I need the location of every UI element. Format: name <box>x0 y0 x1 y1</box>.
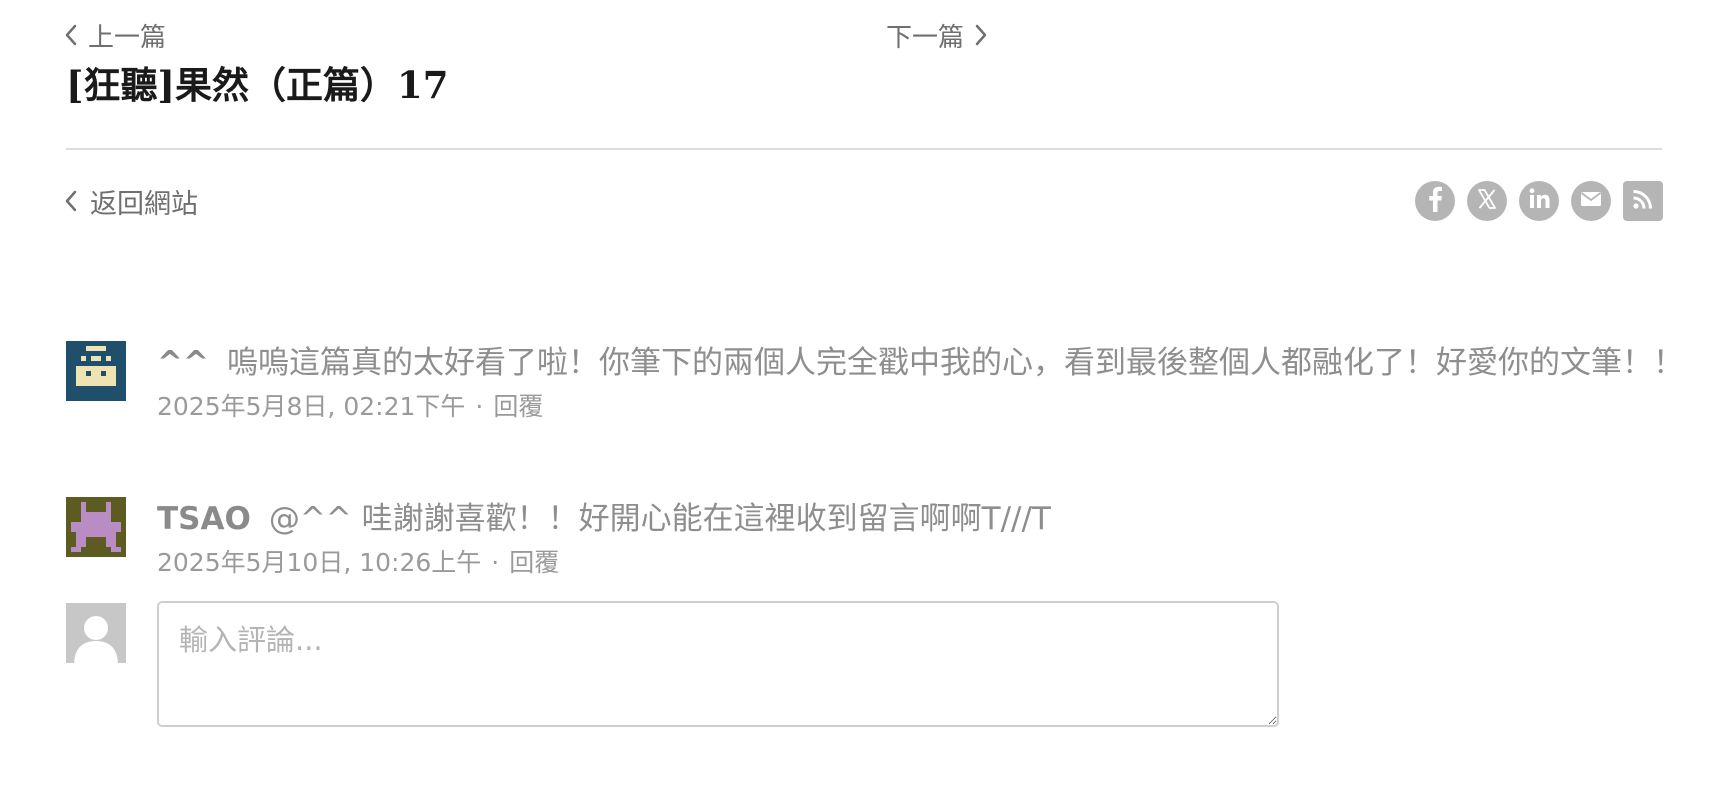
facebook-share-button[interactable] <box>1415 181 1455 221</box>
comment-meta: 2025年5月10日, 10:26上午 · 回覆 <box>157 545 1717 581</box>
linkedin-share-button[interactable] <box>1519 181 1559 221</box>
x-share-button[interactable] <box>1467 181 1507 221</box>
comment-author: TSAO <box>157 501 251 537</box>
rss-button[interactable] <box>1623 181 1663 221</box>
comment-timestamp: 2025年5月10日, 10:26上午 <box>157 548 482 577</box>
back-to-site-link[interactable]: 返回網站 <box>64 182 198 220</box>
comment-text: ^^ 嗚嗚這篇真的太好看了啦！你筆下的兩個人完全戳中我的心，看到最後整個人都融化了… <box>157 341 1717 385</box>
comment-meta: 2025年5月8日, 02:21下午 · 回覆 <box>157 389 1717 425</box>
share-bar <box>1415 181 1663 221</box>
x-icon <box>1467 179 1507 223</box>
email-icon <box>1571 179 1611 223</box>
comment-text: TSAO @^^ 哇謝謝喜歡！！好開心能在這裡收到留言啊啊T///T <box>157 497 1717 541</box>
next-post-label: 下一篇 <box>886 22 965 53</box>
reply-link[interactable]: 回覆 <box>493 392 543 421</box>
meta-separator: · <box>491 548 500 577</box>
user-silhouette-icon <box>74 616 118 663</box>
chevron-right-icon <box>974 23 988 47</box>
default-user-avatar <box>66 603 126 663</box>
chevron-left-icon <box>64 23 78 47</box>
avatar <box>66 497 126 557</box>
rss-icon <box>1623 179 1663 223</box>
chevron-left-icon <box>64 189 78 213</box>
previous-post-label: 上一篇 <box>88 22 167 53</box>
comment-author: ^^ <box>157 345 209 381</box>
comment-input[interactable] <box>157 601 1279 727</box>
comment-message: 嗚嗚這篇真的太好看了啦！你筆下的兩個人完全戳中我的心，看到最後整個人都融化了！好… <box>226 345 1684 381</box>
comment-body: ^^ 嗚嗚這篇真的太好看了啦！你筆下的兩個人完全戳中我的心，看到最後整個人都融化了… <box>157 341 1717 425</box>
next-post-link[interactable]: 下一篇 <box>886 17 988 53</box>
back-to-site-label: 返回網站 <box>90 188 198 220</box>
linkedin-icon <box>1519 179 1559 223</box>
comment-message: @^^ 哇謝謝喜歡！！好開心能在這裡收到留言啊啊T///T <box>268 501 1051 537</box>
meta-separator: · <box>475 392 484 421</box>
facebook-icon <box>1415 179 1455 223</box>
comment-body: TSAO @^^ 哇謝謝喜歡！！好開心能在這裡收到留言啊啊T///T 2025年5… <box>157 497 1717 581</box>
reply-link[interactable]: 回覆 <box>509 548 559 577</box>
email-share-button[interactable] <box>1571 181 1611 221</box>
divider <box>66 148 1662 150</box>
previous-post-link[interactable]: 上一篇 <box>64 17 166 53</box>
comment-timestamp: 2025年5月8日, 02:21下午 <box>157 392 466 421</box>
avatar <box>66 341 126 401</box>
post-title: [狂聽]果然（正篇）17 <box>66 63 449 107</box>
